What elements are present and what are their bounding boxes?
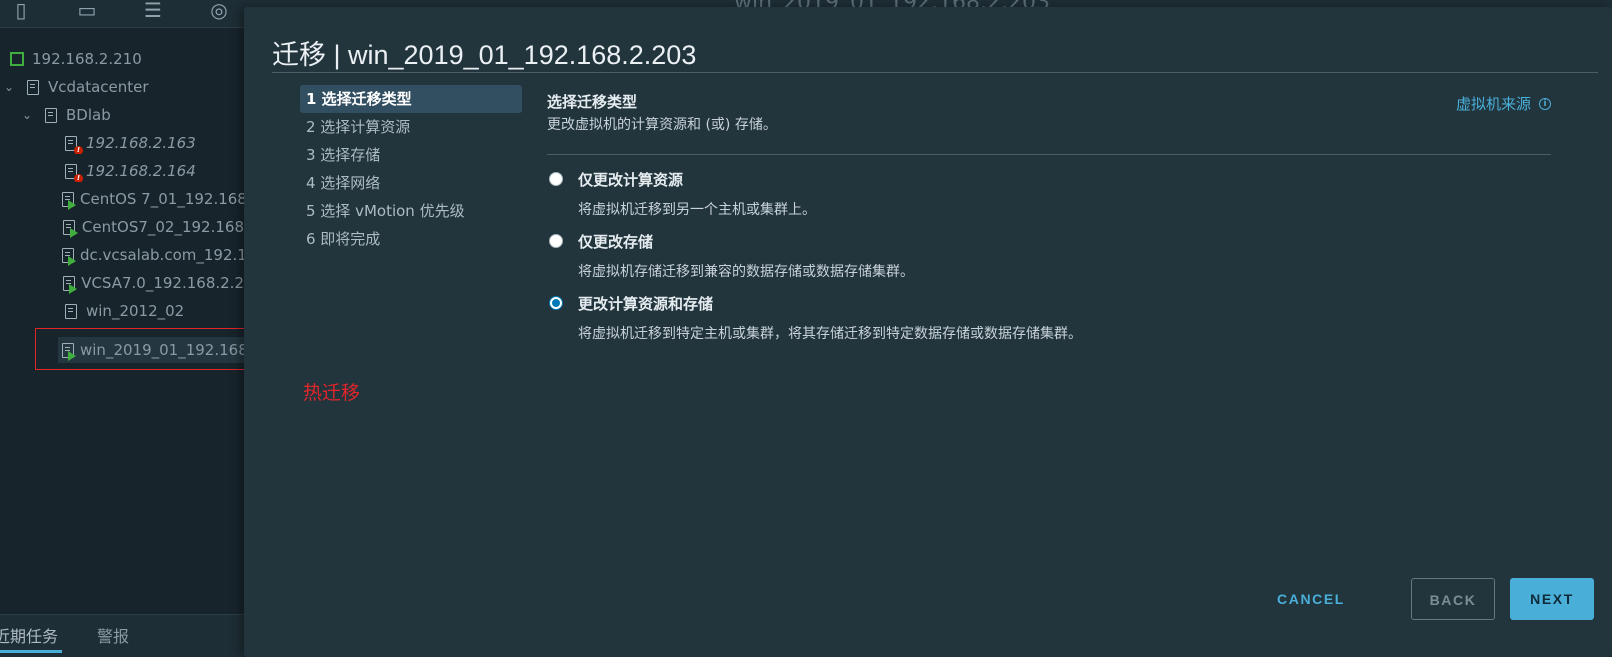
step-ready-to-complete: 6 即将完成 bbox=[306, 230, 381, 248]
vm-powered-on-icon bbox=[62, 218, 78, 238]
step-select-migration-type[interactable]: 1 选择迁移类型 bbox=[300, 85, 522, 113]
option-label[interactable]: 仅更改计算资源 bbox=[578, 169, 683, 190]
hosts-clusters-icon[interactable]: ▯ bbox=[10, 0, 32, 22]
inventory-toolbar: ▯ ▭ ☰ ◎ bbox=[0, 0, 244, 28]
tree-item-label: dc.vcsalab.com_192.1 bbox=[80, 246, 244, 264]
tree-item-vm[interactable]: VCSA7.0_192.168.2.2 bbox=[62, 272, 244, 294]
vm-powered-on-icon bbox=[62, 246, 76, 266]
bottom-tabs: 近期任务 警报 bbox=[0, 614, 244, 657]
tab-alarms[interactable]: 警报 bbox=[97, 623, 129, 647]
tree-item-vm[interactable]: CentOS 7_01_192.168 bbox=[62, 188, 244, 210]
tree-item-vm[interactable]: CentOS7_02_192.168 bbox=[62, 216, 244, 238]
host-error-icon: ! bbox=[62, 134, 83, 154]
tree-item-host[interactable]: ! 192.168.2.164 bbox=[62, 160, 196, 182]
vm-powered-on-icon bbox=[62, 190, 76, 210]
dialog-title: 迁移 | win_2019_01_192.168.2.203 bbox=[272, 40, 697, 70]
option-label[interactable]: 更改计算资源和存储 bbox=[578, 293, 713, 314]
vm-origin-label: 虚拟机来源 bbox=[1455, 95, 1531, 113]
tree-item-label: VCSA7.0_192.168.2.2 bbox=[81, 274, 244, 292]
tab-recent-tasks[interactable]: 近期任务 bbox=[0, 623, 58, 647]
step-select-vmotion-priority: 5 选择 vMotion 优先级 bbox=[306, 202, 465, 220]
option-label[interactable]: 仅更改存储 bbox=[578, 231, 653, 252]
networking-icon[interactable]: ◎ bbox=[208, 0, 230, 22]
cluster-icon bbox=[42, 106, 60, 124]
radio-change-compute-only[interactable] bbox=[549, 172, 563, 186]
step-select-storage: 3 选择存储 bbox=[306, 146, 381, 164]
tree-item-label: win_2012_02 bbox=[86, 302, 185, 320]
section-description: 更改虚拟机的计算资源和 (或) 存储。 bbox=[547, 117, 777, 133]
chevron-down-icon[interactable]: ⌄ bbox=[4, 80, 16, 94]
section-title: 选择迁移类型 bbox=[547, 93, 638, 111]
step-select-network: 4 选择网络 bbox=[306, 174, 381, 192]
content-divider bbox=[547, 154, 1551, 155]
annotation-note: 热迁移 bbox=[303, 382, 361, 404]
migrate-dialog: 迁移 | win_2019_01_192.168.2.203 1 选择迁移类型 … bbox=[244, 7, 1612, 657]
tree-item-label: CentOS7_02_192.168 bbox=[81, 218, 244, 236]
annotation-highlight-box bbox=[35, 328, 263, 370]
tree-item-host[interactable]: ! 192.168.2.163 bbox=[62, 132, 196, 154]
active-tab-indicator bbox=[0, 650, 62, 653]
next-button[interactable]: NEXT bbox=[1510, 578, 1594, 620]
tree-item-label: 192.168.2.163 bbox=[86, 134, 196, 152]
option-description: 将虚拟机迁移到另一个主机或集群上。 bbox=[578, 202, 816, 218]
chevron-down-icon[interactable]: ⌄ bbox=[22, 108, 34, 122]
vm-powered-off-icon bbox=[62, 302, 80, 320]
radio-change-compute-and-storage[interactable] bbox=[549, 296, 563, 310]
tree-item-vm[interactable]: win_2012_02 bbox=[62, 300, 244, 322]
title-divider bbox=[272, 72, 1598, 73]
wizard-steps: 1 选择迁移类型 2 选择计算资源 3 选择存储 4 选择网络 5 选择 vMo… bbox=[300, 85, 522, 253]
back-button[interactable]: BACK bbox=[1411, 578, 1495, 620]
tree-item-vm[interactable]: dc.vcsalab.com_192.1 bbox=[62, 244, 244, 266]
vcenter-icon bbox=[8, 50, 26, 68]
tree-item-vcenter[interactable]: 192.168.2.210 bbox=[8, 48, 142, 70]
step-content: 选择迁移类型 更改虚拟机的计算资源和 (或) 存储。 虚拟机来源 i 仅更改计算… bbox=[547, 91, 1551, 342]
tree-item-label: CentOS 7_01_192.168 bbox=[80, 190, 244, 208]
vms-templates-icon[interactable]: ▭ bbox=[76, 0, 98, 22]
tree-item-label: 192.168.2.210 bbox=[32, 50, 142, 68]
tree-item-label: 192.168.2.164 bbox=[86, 162, 196, 180]
vm-origin-link[interactable]: 虚拟机来源 i bbox=[1456, 93, 1551, 114]
host-error-icon: ! bbox=[62, 162, 83, 182]
cancel-button[interactable]: CANCEL bbox=[1266, 578, 1356, 620]
option-description: 将虚拟机存储迁移到兼容的数据存储或数据存储集群。 bbox=[578, 264, 914, 280]
info-icon[interactable]: i bbox=[1539, 97, 1551, 110]
step-select-compute-resource: 2 选择计算资源 bbox=[306, 118, 411, 136]
tree-item-label: BDlab bbox=[66, 106, 111, 124]
tree-item-datacenter[interactable]: ⌄ Vcdatacenter bbox=[4, 76, 149, 98]
datacenter-icon bbox=[24, 78, 42, 96]
tree-item-label: Vcdatacenter bbox=[48, 78, 149, 96]
option-description: 将虚拟机迁移到特定主机或集群，将其存储迁移到特定数据存储或数据存储集群。 bbox=[578, 326, 1082, 342]
tree-item-cluster[interactable]: ⌄ BDlab bbox=[22, 104, 111, 126]
radio-change-storage-only[interactable] bbox=[549, 234, 563, 248]
storage-icon[interactable]: ☰ bbox=[142, 0, 164, 22]
vm-powered-on-icon bbox=[62, 274, 78, 294]
